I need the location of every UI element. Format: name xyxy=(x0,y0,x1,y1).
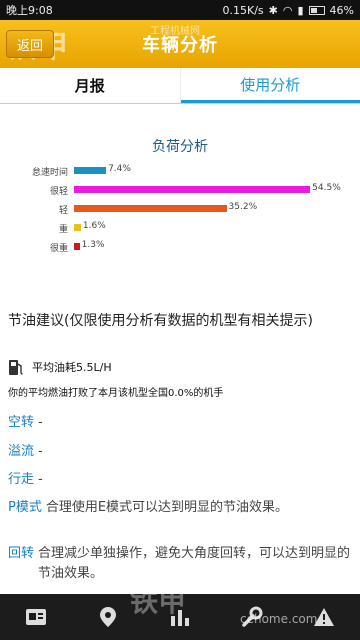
tab-usage-analysis[interactable]: 使用分析 xyxy=(180,68,360,103)
status-right: 0.15K/s ✱ ◠ ▮ 46% xyxy=(223,4,355,17)
chart-title: 负荷分析 xyxy=(152,139,208,155)
tip-key: 行走 xyxy=(8,472,35,487)
bar xyxy=(74,243,80,250)
tip-overflow: 溢流 - xyxy=(8,442,358,462)
fuel-pump-icon xyxy=(9,360,23,375)
bar-category-label: 怠速时间 xyxy=(31,168,68,178)
bar-category-label: 很轻 xyxy=(49,187,68,197)
tip-value: - xyxy=(38,472,43,487)
bar xyxy=(74,224,81,231)
tip-key: 空转 xyxy=(8,415,35,430)
tip-swing: 回转 合理减少单独操作，避免大角度回转，可以达到明显的节油效果。 xyxy=(8,544,358,584)
bluetooth-icon: ✱ xyxy=(268,3,278,17)
status-bar: 晚上9:08 0.15K/s ✱ ◠ ▮ 46% xyxy=(0,0,360,20)
tip-value: 合理减少单独操作，避免大角度回转，可以达到明显的节油效果。 xyxy=(38,546,351,581)
tip-key: 回转 xyxy=(8,546,35,561)
bar-category-label: 轻 xyxy=(58,206,68,216)
bar xyxy=(74,205,227,212)
load-analysis-chart: 怠速时间 7.4% 很轻 54.5% 轻 35.2% 重 1.6% 很重 1.3% xyxy=(0,164,360,264)
tab-bar: 月报 使用分析 xyxy=(0,68,360,104)
network-speed: 0.15K/s xyxy=(222,3,264,17)
bar-value-label: 1.6% xyxy=(82,221,106,231)
tip-value: - xyxy=(38,444,43,459)
bar xyxy=(74,186,311,193)
tip-value: 合理使用E模式可以达到明显的节油效果。 xyxy=(45,500,289,515)
avg-fuel-label: 平均油耗5.5L/H xyxy=(32,361,112,374)
tip-idle: 空转 - xyxy=(8,413,358,433)
bar-value-label: 7.4% xyxy=(108,164,131,174)
location-icon[interactable] xyxy=(94,603,122,631)
bar-value-label: 1.3% xyxy=(81,240,105,250)
tab-monthly-report[interactable]: 月报 xyxy=(0,68,181,103)
battery-icon xyxy=(308,5,325,15)
tip-travel: 行走 - xyxy=(8,470,358,490)
tip-value: - xyxy=(38,415,43,430)
signal-icon: ▮ xyxy=(297,3,304,17)
wifi-icon: ◠ xyxy=(282,3,293,17)
fuel-advice-title: 节油建议(仅限使用分析有数据的机型有相关提示) xyxy=(8,313,313,329)
bar-row: 很轻 54.5% xyxy=(0,183,360,199)
chart-icon[interactable] xyxy=(166,603,194,631)
fuel-compare-text: 你的平均燃油打败了本月该机型全国0.0%的机手 xyxy=(8,388,224,399)
wrench-icon[interactable] xyxy=(238,603,266,631)
app-header: 铁甲 工程机械网 返回 车辆分析 xyxy=(0,20,360,68)
bar xyxy=(74,167,107,174)
bar-row: 很重 1.3% xyxy=(0,240,360,256)
bar-value-label: 54.5% xyxy=(312,183,341,193)
tip-p-mode: P模式 合理使用E模式可以达到明显的节油效果。 xyxy=(8,498,358,518)
bar-value-label: 35.2% xyxy=(228,202,258,212)
report-icon[interactable] xyxy=(22,603,50,631)
bar-row: 怠速时间 7.4% xyxy=(0,164,360,180)
bar-category-label: 重 xyxy=(58,225,68,235)
bar-row: 轻 35.2% xyxy=(0,202,360,218)
tip-key: 溢流 xyxy=(8,444,35,459)
bar-row: 重 1.6% xyxy=(0,221,360,237)
status-time: 晚上9:08 xyxy=(6,4,53,17)
alert-icon[interactable] xyxy=(310,603,338,631)
back-button[interactable]: 返回 xyxy=(6,30,55,58)
watermark-text: 工程机械网 xyxy=(150,26,200,37)
avg-fuel-row: 平均油耗5.5L/H xyxy=(8,358,112,376)
bottom-nav xyxy=(0,594,360,640)
battery-level: 46% xyxy=(329,3,354,17)
tip-key: P模式 xyxy=(8,500,42,515)
bar-category-label: 很重 xyxy=(49,244,68,254)
